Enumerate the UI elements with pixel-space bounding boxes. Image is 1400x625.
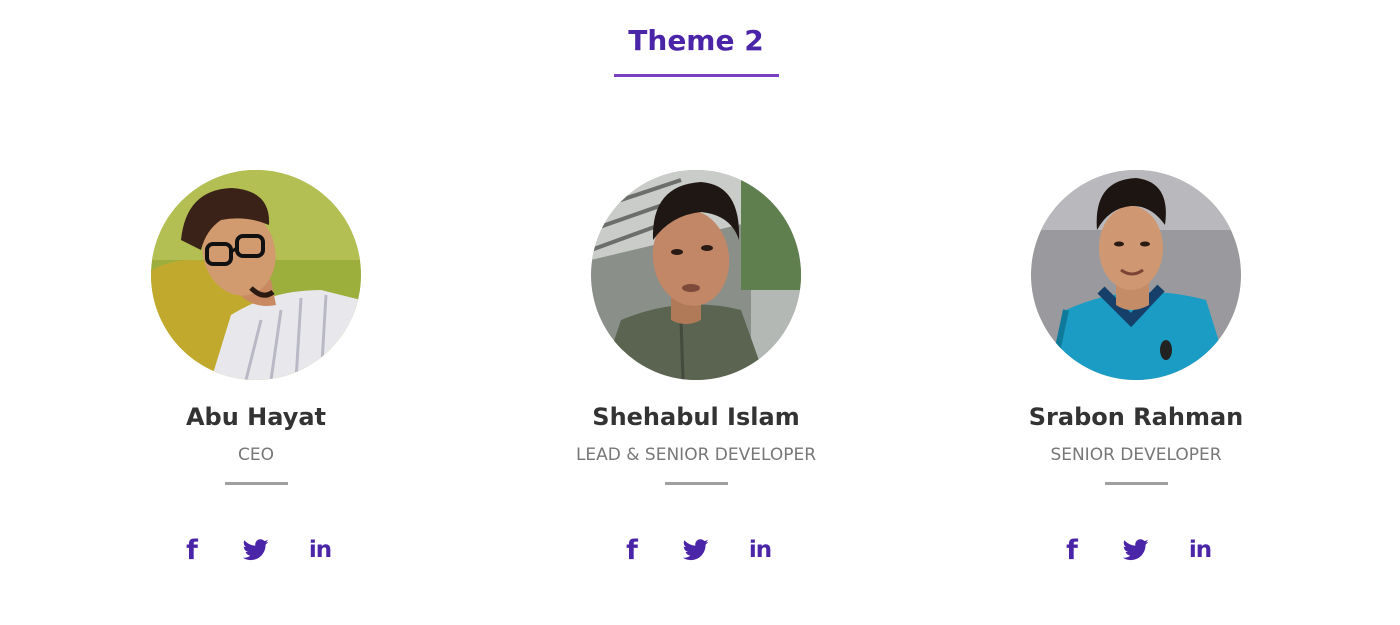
social-links: f in (106, 535, 406, 566)
team-section: Theme 2 Abu Hayat CEO f in Shehabul Isla… (0, 0, 1400, 625)
facebook-icon[interactable]: f (618, 535, 646, 566)
social-links: f in (986, 535, 1286, 566)
section-title: Theme 2 (628, 24, 764, 57)
member-role: LEAD & SENIOR DEVELOPER (575, 445, 817, 465)
member-role: CEO (238, 445, 274, 465)
team-member-card: Srabon Rahman SENIOR DEVELOPER f in (986, 170, 1286, 566)
member-name: Abu Hayat (185, 403, 327, 431)
title-underline (614, 74, 779, 77)
member-name: Srabon Rahman (1028, 403, 1244, 431)
linkedin-icon[interactable]: in (1186, 536, 1214, 564)
divider (1104, 482, 1168, 485)
avatar (591, 170, 801, 380)
facebook-icon[interactable]: f (178, 535, 206, 566)
divider (224, 482, 288, 485)
twitter-icon[interactable] (682, 536, 710, 564)
linkedin-icon[interactable]: in (306, 536, 334, 564)
divider (664, 482, 728, 485)
linkedin-icon[interactable]: in (746, 536, 774, 564)
member-role: SENIOR DEVELOPER (1050, 445, 1222, 465)
social-links: f in (546, 535, 846, 566)
team-member-card: Abu Hayat CEO f in (106, 170, 406, 566)
avatar (1031, 170, 1241, 380)
twitter-icon[interactable] (242, 536, 270, 564)
team-member-card: Shehabul Islam LEAD & SENIOR DEVELOPER f… (546, 170, 846, 566)
avatar (151, 170, 361, 380)
member-name: Shehabul Islam (592, 403, 800, 431)
facebook-icon[interactable]: f (1058, 535, 1086, 566)
twitter-icon[interactable] (1122, 536, 1150, 564)
